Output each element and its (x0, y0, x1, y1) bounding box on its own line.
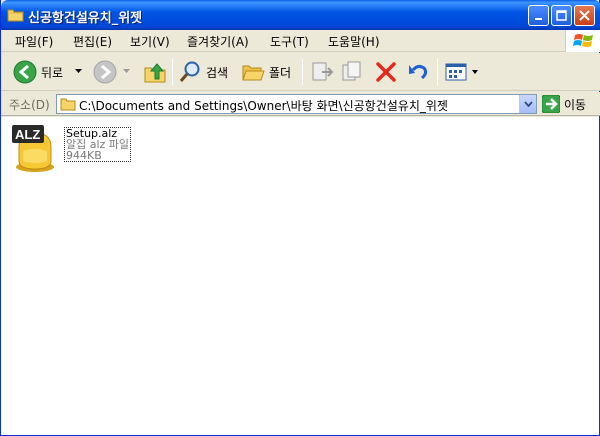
windows-logo-icon (565, 30, 600, 52)
delete-button[interactable] (374, 58, 398, 86)
folders-icon (242, 65, 265, 81)
views-button[interactable] (444, 58, 478, 86)
go-label: 이동 (564, 97, 587, 112)
menu-file[interactable]: 파일(F) (15, 33, 53, 50)
folders-label: 폴더 (269, 65, 292, 80)
folder-icon (60, 98, 76, 111)
file-label: Setup.alz 알집 alz 파일 944KB (64, 127, 132, 162)
window-title: 신공항건설유치_위젯 (28, 11, 143, 26)
up-folder-icon (144, 63, 166, 83)
copy-to-icon (342, 61, 361, 81)
folder-icon (7, 9, 24, 22)
minimize-icon (534, 17, 542, 20)
delete-icon (376, 62, 396, 82)
menu-favorites[interactable]: 즐겨찾기(A) (187, 33, 249, 50)
search-icon (179, 61, 200, 82)
back-arrow-icon (13, 60, 37, 84)
chevron-down-icon[interactable] (75, 69, 83, 75)
address-label: 주소(D) (9, 98, 50, 112)
explorer-window: 신공항건설유치_위젯 파일(F) 편집(E) 보기(V) 즐겨찾기(A) 도구(… (0, 0, 600, 436)
address-bar: 주소(D) C:\Documents and Settings\Owner\바탕… (1, 92, 600, 116)
move-to-icon (312, 62, 334, 81)
up-folder-button[interactable] (143, 58, 167, 86)
back-button[interactable]: 뒤로 (13, 58, 83, 86)
maximize-icon (556, 10, 567, 21)
go-arrow-icon (542, 95, 560, 113)
menu-edit[interactable]: 편집(E) (73, 33, 112, 50)
undo-button[interactable] (406, 58, 430, 86)
toolbar-separator (172, 59, 173, 85)
address-input[interactable]: C:\Documents and Settings\Owner\바탕 화면\신공… (56, 94, 537, 114)
move-to-button[interactable] (310, 58, 334, 86)
undo-icon (409, 64, 428, 80)
file-list[interactable]: ALZ Setup.alz 알집 alz 파일 944KB (1, 117, 599, 435)
address-value: C:\Documents and Settings\Owner\바탕 화면\신공… (79, 99, 448, 113)
chevron-down-icon (472, 69, 478, 74)
svg-text:ALZ: ALZ (15, 127, 40, 142)
search-button[interactable]: 검색 (178, 58, 228, 86)
toolbar: 뒤로 검색 폴더 (1, 53, 600, 91)
title-bar[interactable]: 신공항건설유치_위젯 (1, 0, 600, 30)
menu-tools[interactable]: 도구(T) (270, 33, 309, 50)
file-size: 944KB (66, 149, 102, 162)
maximize-button[interactable] (551, 5, 572, 26)
toolbar-separator (437, 59, 438, 85)
address-dropdown-button[interactable] (519, 95, 536, 113)
minimize-button[interactable] (528, 5, 549, 26)
menu-bar: 파일(F) 편집(E) 보기(V) 즐겨찾기(A) 도구(T) 도움말(H) (1, 30, 600, 52)
forward-arrow-icon (93, 60, 117, 84)
forward-button[interactable] (93, 58, 131, 86)
close-icon (579, 10, 590, 21)
back-label: 뒤로 (41, 65, 64, 80)
copy-to-button[interactable] (340, 58, 364, 86)
chevron-down-icon (523, 101, 533, 107)
menu-help[interactable]: 도움말(H) (328, 33, 380, 50)
folders-button[interactable]: 폴더 (241, 58, 291, 86)
toolbar-separator (302, 59, 303, 85)
menu-view[interactable]: 보기(V) (130, 33, 170, 50)
chevron-down-icon[interactable] (123, 69, 131, 75)
search-label: 검색 (206, 65, 229, 80)
views-icon (445, 63, 467, 81)
list-item[interactable]: ALZ Setup.alz 알집 alz 파일 944KB (9, 123, 149, 173)
go-button[interactable]: 이동 (542, 95, 586, 113)
close-button[interactable] (574, 5, 595, 26)
alz-file-icon: ALZ (12, 125, 54, 172)
